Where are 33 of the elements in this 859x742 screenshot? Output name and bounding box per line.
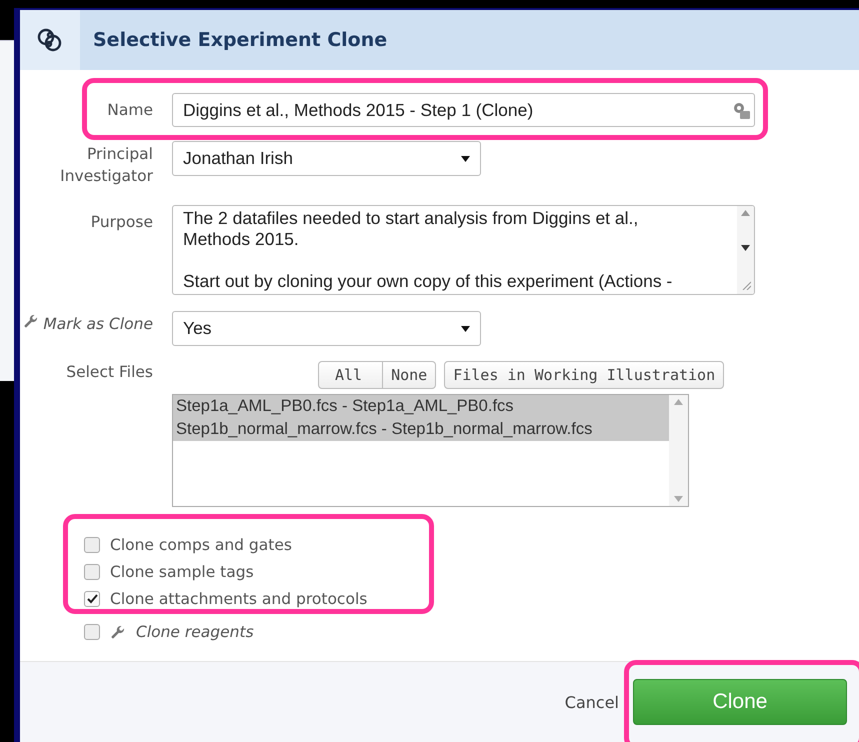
- dropdown-select[interactable]: Jonathan Irish: [172, 141, 481, 176]
- checkbox-label: Clone reagents: [136, 622, 254, 640]
- wrench-icon: [110, 625, 126, 641]
- field-label: Principal Investigator: [59, 144, 153, 187]
- checkbox[interactable]: [84, 536, 100, 552]
- field-label: Purpose: [90, 212, 153, 233]
- select-none-button[interactable]: None: [383, 361, 436, 389]
- checkbox[interactable]: [84, 564, 100, 580]
- files-filter-button[interactable]: Files in Working Illustration: [444, 361, 724, 389]
- checkbox-label: Clone sample tags: [110, 562, 254, 580]
- file-item[interactable]: Step1a_AML_PB0.fcs - Step1a_AML_PB0.fcs: [173, 395, 669, 418]
- resize-handle-icon[interactable]: [740, 280, 750, 290]
- name-field[interactable]: Diggins et al., Methods 2015 - Step 1 (Clone): [172, 93, 755, 127]
- select-all-button[interactable]: All: [318, 361, 384, 389]
- scroll-down-icon[interactable]: [741, 245, 750, 251]
- checkbox-label: Clone comps and gates: [110, 536, 292, 554]
- dropdown-select[interactable]: Yes: [172, 311, 481, 346]
- scroll-up-icon[interactable]: [674, 399, 683, 405]
- cancel-link[interactable]: Cancel: [564, 692, 619, 712]
- file-item[interactable]: Step1b_normal_marrow.fcs - Step1b_normal_marrow.fcs: [173, 418, 669, 441]
- file-listbox[interactable]: Step1a_AML_PB0.fcs - Step1a_AML_PB0.fcs Step1b_normal_marrow.fcs - Step1b_normal_marrow.fcs: [172, 394, 689, 507]
- wrench-icon: [23, 314, 40, 330]
- field-label: Mark as Clone: [43, 314, 153, 335]
- scroll-up-icon[interactable]: [741, 210, 750, 216]
- checkbox[interactable]: [84, 590, 100, 606]
- checkbox[interactable]: [84, 624, 100, 640]
- dialog-title: Selective Experiment Clone: [93, 29, 388, 51]
- scroll-down-icon[interactable]: [461, 156, 470, 162]
- scroll-down-icon[interactable]: [461, 326, 470, 332]
- purpose-textarea[interactable]: The 2 datafiles needed to start analysis from Diggins et al., Methods 2015. Start out by cloning your own copy of this experiment (Actions -: [172, 205, 755, 295]
- checkbox-label: Clone attachments and protocols: [110, 590, 368, 608]
- field-label: Select Files: [66, 362, 153, 383]
- field-label: Name: [107, 100, 153, 121]
